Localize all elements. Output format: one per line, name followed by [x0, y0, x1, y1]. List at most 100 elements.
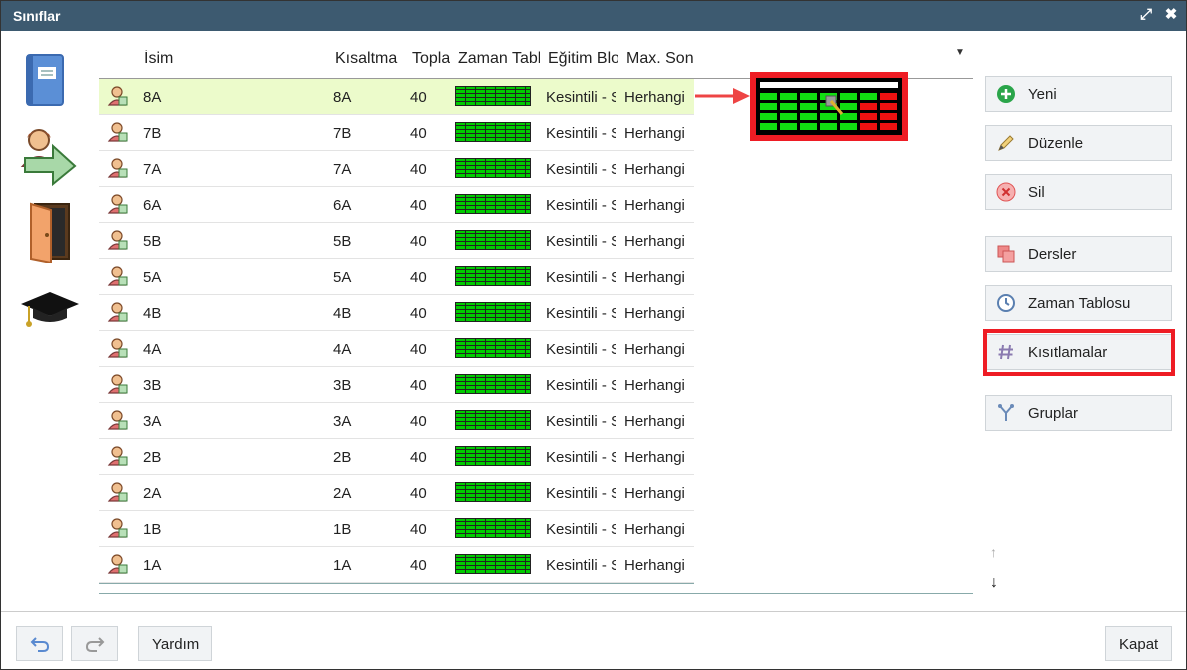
- class-short-name: 5B: [333, 233, 352, 250]
- timetable-grid-icon: [455, 158, 531, 178]
- table-row[interactable]: 7B 7B 40 Kesintili - Sınıf Herhangi: [99, 115, 694, 151]
- close-icon[interactable]: ✖: [1162, 6, 1180, 24]
- table-row[interactable]: 7A 7A 40 Kesintili - Sınıf Herhangi: [99, 151, 694, 187]
- column-chooser-dropdown-icon[interactable]: ▼: [955, 47, 965, 58]
- column-header-short[interactable]: Kısaltma: [335, 50, 405, 68]
- delete-button[interactable]: Sil: [985, 174, 1172, 210]
- timetable-button-label: Zaman Tablosu: [1028, 295, 1131, 312]
- timetable-grid-icon: [455, 86, 531, 106]
- class-max-result: Herhangi: [624, 413, 685, 430]
- class-total: 40: [410, 269, 427, 286]
- class-icon: [107, 446, 128, 466]
- timetable-grid-icon: [455, 410, 531, 430]
- new-button[interactable]: Yeni: [985, 76, 1172, 112]
- table-row[interactable]: 5A 5A 40 Kesintili - Sınıf Herhangi: [99, 259, 694, 295]
- graduation-cap-icon[interactable]: [19, 286, 81, 340]
- class-icon: [107, 86, 128, 106]
- clock-icon: [997, 294, 1015, 312]
- undo-button[interactable]: [16, 626, 63, 661]
- class-total: 40: [410, 89, 427, 106]
- preview-cell: [800, 93, 817, 100]
- timetable-grid-icon: [455, 338, 531, 358]
- table-row[interactable]: 1B 1B 40 Kesintili - Sınıf Herhangi: [99, 511, 694, 547]
- preview-cell: [760, 113, 777, 120]
- class-icon: [107, 338, 128, 358]
- class-short-name: 1A: [333, 557, 352, 574]
- class-max-result: Herhangi: [624, 485, 685, 502]
- table-row[interactable]: 5B 5B 40 Kesintili - Sınıf Herhangi: [99, 223, 694, 259]
- table-row[interactable]: 2A 2A 40 Kesintili - Sınıf Herhangi: [99, 475, 694, 511]
- class-icon: [107, 482, 128, 502]
- class-max-result: Herhangi: [624, 341, 685, 358]
- timetable-grid-icon: [455, 194, 531, 214]
- class-icon: [107, 554, 128, 574]
- column-header-timetable[interactable]: Zaman Tablosu: [458, 50, 540, 68]
- class-icon: [107, 158, 128, 178]
- preview-cell: [840, 93, 857, 100]
- class-education-block: Kesintili - Sınıf: [546, 233, 616, 250]
- class-max-result: Herhangi: [624, 161, 685, 178]
- class-max-result: Herhangi: [624, 197, 685, 214]
- table-row[interactable]: 3B 3B 40 Kesintili - Sınıf Herhangi: [99, 367, 694, 403]
- undo-icon: [30, 637, 50, 652]
- class-max-result: Herhangi: [624, 269, 685, 286]
- preview-cell: [860, 113, 877, 120]
- move-up-arrow-icon[interactable]: ↑: [990, 544, 997, 560]
- class-short-name: 7A: [333, 161, 352, 178]
- table-row[interactable]: 3A 3A 40 Kesintili - Sınıf Herhangi: [99, 403, 694, 439]
- close-button[interactable]: Kapat: [1105, 626, 1172, 661]
- class-short-name: 4B: [333, 305, 352, 322]
- class-education-block: Kesintili - Sınıf: [546, 305, 616, 322]
- timetable-grid-icon: [455, 302, 531, 322]
- redo-button[interactable]: [71, 626, 118, 661]
- class-total: 40: [410, 449, 427, 466]
- teacher-transfer-icon[interactable]: [19, 126, 81, 192]
- class-name: 5A: [143, 269, 162, 286]
- table-row[interactable]: 4A 4A 40 Kesintili - Sınıf Herhangi: [99, 331, 694, 367]
- preview-cell: [880, 123, 897, 130]
- table-row[interactable]: 2B 2B 40 Kesintili - Sınıf Herhangi: [99, 439, 694, 475]
- delete-button-label: Sil: [1028, 184, 1045, 201]
- delete-circle-icon: [996, 182, 1016, 202]
- class-icon: [107, 122, 128, 142]
- move-down-arrow-icon[interactable]: ↓: [990, 574, 998, 592]
- help-button[interactable]: Yardım: [138, 626, 212, 661]
- class-name: 5B: [143, 233, 162, 250]
- table-row[interactable]: 8A 8A 40 Kesintili - Sınıf Herhangi: [99, 79, 694, 115]
- column-header-name[interactable]: İsim: [144, 50, 314, 68]
- column-header-total[interactable]: Toplam: [412, 50, 450, 68]
- classes-dialog: Sınıflar ⤢ ✖ İsim Kısaltma Topla Zaman T…: [0, 0, 1187, 670]
- groups-button[interactable]: Gruplar: [985, 395, 1172, 431]
- lessons-button[interactable]: Dersler: [985, 236, 1172, 272]
- maximize-icon[interactable]: ⤢: [1137, 6, 1155, 24]
- preview-cell: [760, 123, 777, 130]
- class-total: 40: [410, 125, 427, 142]
- new-button-label: Yeni: [1028, 86, 1057, 103]
- timetable-grid-icon: [455, 266, 531, 286]
- table-row[interactable]: 6A 6A 40 Kesintili - Sınıf Herhangi: [99, 187, 694, 223]
- timetable-preview: [750, 72, 908, 141]
- preview-cell: [880, 93, 897, 100]
- timetable-button[interactable]: Zaman Tablosu: [985, 285, 1172, 321]
- class-education-block: Kesintili - Sınıf: [546, 341, 616, 358]
- class-short-name: 7B: [333, 125, 352, 142]
- footer-divider: [1, 611, 1186, 612]
- class-education-block: Kesintili - Sınıf: [546, 197, 616, 214]
- class-name: 2B: [143, 449, 162, 466]
- class-name: 7B: [143, 125, 162, 142]
- table-body: 8A 8A 40 Kesintili - Sınıf Herhangi 7B 7B 40 Kes…: [99, 79, 694, 583]
- class-short-name: 3A: [333, 413, 352, 430]
- timetable-grid-icon: [455, 482, 531, 502]
- timetable-grid-icon: [455, 230, 531, 250]
- table-row[interactable]: 4B 4B 40 Kesintili - Sınıf Herhangi: [99, 295, 694, 331]
- class-max-result: Herhangi: [624, 125, 685, 142]
- column-header-max-result[interactable]: Max. Sonuç: [626, 50, 694, 68]
- class-education-block: Kesintili - Sınıf: [546, 485, 616, 502]
- class-max-result: Herhangi: [624, 89, 685, 106]
- notebook-icon[interactable]: [19, 53, 69, 112]
- table-row[interactable]: 1A 1A 40 Kesintili - Sınıf Herhangi: [99, 547, 694, 583]
- edit-button[interactable]: Düzenle: [985, 125, 1172, 161]
- column-header-education-blocks[interactable]: Eğitim Blokları: [548, 50, 618, 68]
- class-education-block: Kesintili - Sınıf: [546, 449, 616, 466]
- door-icon[interactable]: [23, 201, 75, 267]
